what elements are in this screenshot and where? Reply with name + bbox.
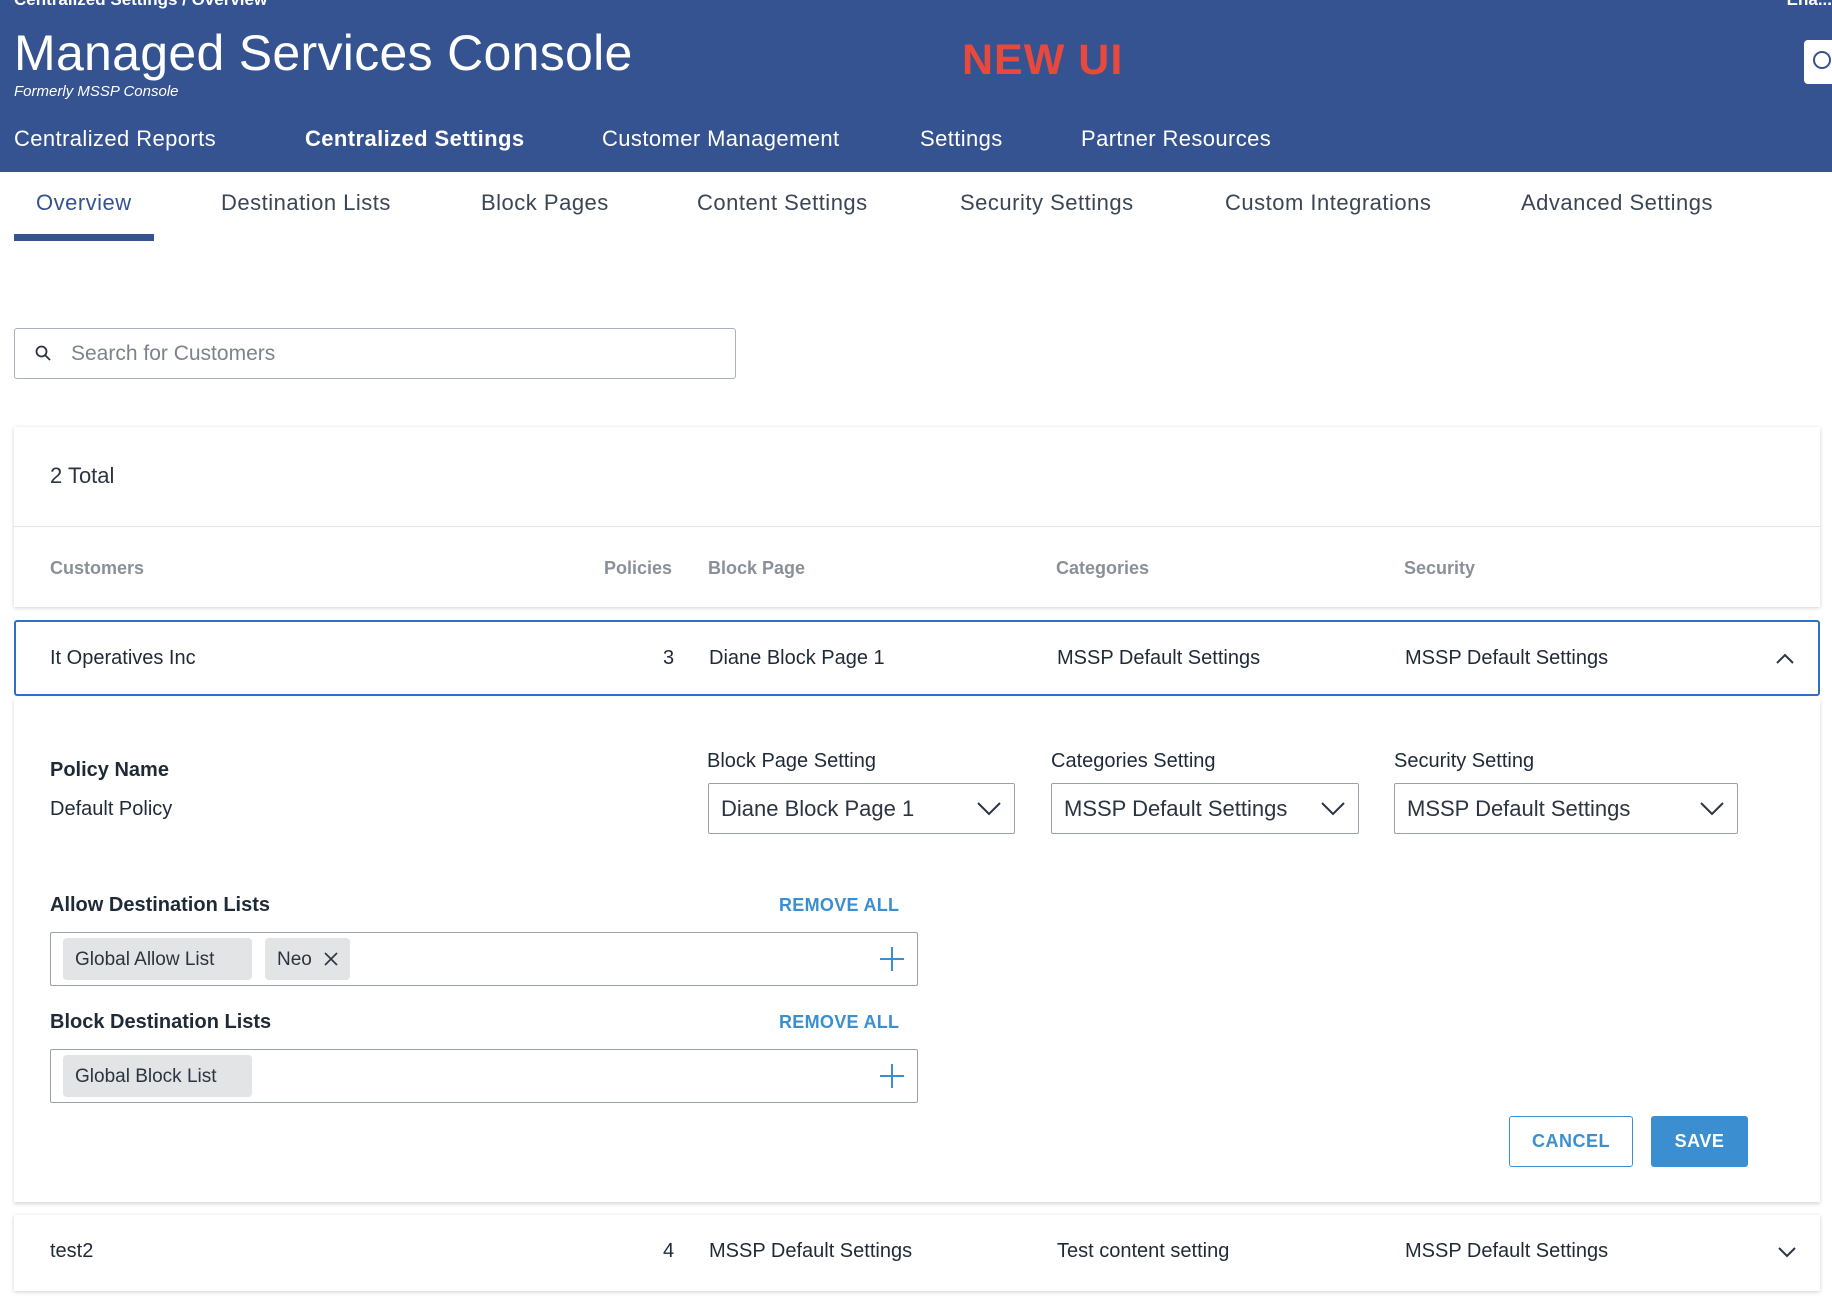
total-row: 2 Total: [14, 427, 1820, 527]
search-input[interactable]: [71, 339, 711, 369]
security-select-value: MSSP Default Settings: [1407, 796, 1631, 821]
chip-label: Global Allow List: [75, 949, 215, 970]
block-page-select-value: Diane Block Page 1: [721, 796, 915, 821]
chevron-down-icon[interactable]: [1776, 1241, 1798, 1263]
policy-detail-panel: Policy Name Default Policy Block Page Se…: [14, 698, 1820, 1202]
block-lists-label: Block Destination Lists: [50, 1011, 272, 1033]
tab-content-settings[interactable]: Content Settings: [697, 190, 868, 216]
sub-nav: Overview Destination Lists Block Pages C…: [0, 172, 1832, 244]
cell-security: MSSP Default Settings: [1405, 1240, 1609, 1262]
total-count: 2 Total: [50, 463, 115, 488]
customer-search: [14, 328, 736, 379]
close-icon[interactable]: [324, 952, 338, 966]
chip-global-block-list: Global Block List: [63, 1055, 252, 1097]
user-name[interactable]: Ena...: [1787, 0, 1832, 10]
cell-policies: 3: [663, 647, 675, 669]
breadcrumb: Centralized Settings / Overview: [14, 0, 267, 10]
cell-customer: test2: [50, 1240, 94, 1262]
categories-setting-label: Categories Setting: [1051, 750, 1216, 772]
categories-select-value: MSSP Default Settings: [1064, 796, 1288, 821]
col-policies[interactable]: Policies: [604, 558, 672, 579]
chip-neo: Neo: [265, 938, 350, 980]
tab-block-pages[interactable]: Block Pages: [481, 190, 609, 216]
nav-centralized-reports[interactable]: Centralized Reports: [14, 126, 216, 152]
header-search-button[interactable]: [1804, 40, 1832, 84]
app-subtitle: Formerly MSSP Console: [14, 83, 179, 100]
customers-table: 2 Total Customers Policies Block Page Ca…: [14, 427, 1820, 607]
allow-lists-label: Allow Destination Lists: [50, 894, 271, 916]
cell-customer: It Operatives Inc: [50, 647, 196, 669]
policy-name-value: Default Policy: [50, 798, 173, 820]
categories-select[interactable]: MSSP Default Settings: [1051, 783, 1359, 834]
tab-destination-lists[interactable]: Destination Lists: [221, 190, 391, 216]
tab-advanced-settings[interactable]: Advanced Settings: [1521, 190, 1713, 216]
block-page-setting-label: Block Page Setting: [707, 750, 876, 772]
cell-categories: MSSP Default Settings: [1057, 647, 1261, 669]
chip-global-allow-list: Global Allow List: [63, 938, 252, 980]
save-button[interactable]: SAVE: [1651, 1116, 1748, 1167]
nav-settings[interactable]: Settings: [920, 126, 1003, 152]
col-block-page[interactable]: Block Page: [708, 558, 805, 579]
active-tab-indicator: [14, 234, 154, 241]
cancel-button[interactable]: CANCEL: [1509, 1116, 1633, 1167]
chevron-down-icon: [977, 802, 1001, 816]
cell-categories: Test content setting: [1057, 1240, 1230, 1262]
chip-label: Global Block List: [75, 1066, 217, 1087]
security-setting-label: Security Setting: [1394, 750, 1535, 772]
app-title: Managed Services Console: [14, 25, 633, 81]
block-page-select[interactable]: Diane Block Page 1: [708, 783, 1015, 834]
cell-block-page: Diane Block Page 1: [709, 647, 885, 669]
chevron-down-icon: [1700, 802, 1724, 816]
col-security[interactable]: Security: [1404, 558, 1475, 579]
cell-block-page: MSSP Default Settings: [709, 1240, 913, 1262]
table-row[interactable]: It Operatives Inc 3 Diane Block Page 1 M…: [14, 620, 1820, 696]
search-icon: [35, 345, 51, 361]
tab-custom-integrations[interactable]: Custom Integrations: [1225, 190, 1431, 216]
allow-remove-all-button[interactable]: REMOVE ALL: [779, 895, 899, 916]
add-icon[interactable]: [879, 946, 905, 972]
new-ui-banner: NEW UI: [962, 36, 1124, 84]
nav-customer-management[interactable]: Customer Management: [602, 126, 839, 152]
nav-partner-resources[interactable]: Partner Resources: [1081, 126, 1271, 152]
table-row[interactable]: test2 4 MSSP Default Settings Test conte…: [14, 1215, 1820, 1291]
add-icon[interactable]: [879, 1063, 905, 1089]
allow-lists-input[interactable]: Global Allow List Neo: [50, 932, 918, 986]
search-icon: [1813, 51, 1831, 69]
col-customers[interactable]: Customers: [50, 558, 144, 579]
tab-overview[interactable]: Overview: [36, 190, 132, 216]
table-header: Customers Policies Block Page Categories…: [14, 527, 1820, 607]
col-categories[interactable]: Categories: [1056, 558, 1149, 579]
cell-policies: 4: [663, 1240, 675, 1262]
policy-name-label: Policy Name: [50, 759, 169, 781]
tab-security-settings[interactable]: Security Settings: [960, 190, 1134, 216]
security-select[interactable]: MSSP Default Settings: [1394, 783, 1738, 834]
chevron-down-icon: [1321, 802, 1345, 816]
app-header: Centralized Settings / Overview Ena... M…: [0, 0, 1832, 172]
block-lists-input[interactable]: Global Block List: [50, 1049, 918, 1103]
chip-label: Neo: [277, 949, 312, 970]
block-remove-all-button[interactable]: REMOVE ALL: [779, 1012, 899, 1033]
nav-centralized-settings[interactable]: Centralized Settings: [305, 126, 524, 152]
cell-security: MSSP Default Settings: [1405, 647, 1609, 669]
chevron-up-icon[interactable]: [1774, 648, 1796, 670]
